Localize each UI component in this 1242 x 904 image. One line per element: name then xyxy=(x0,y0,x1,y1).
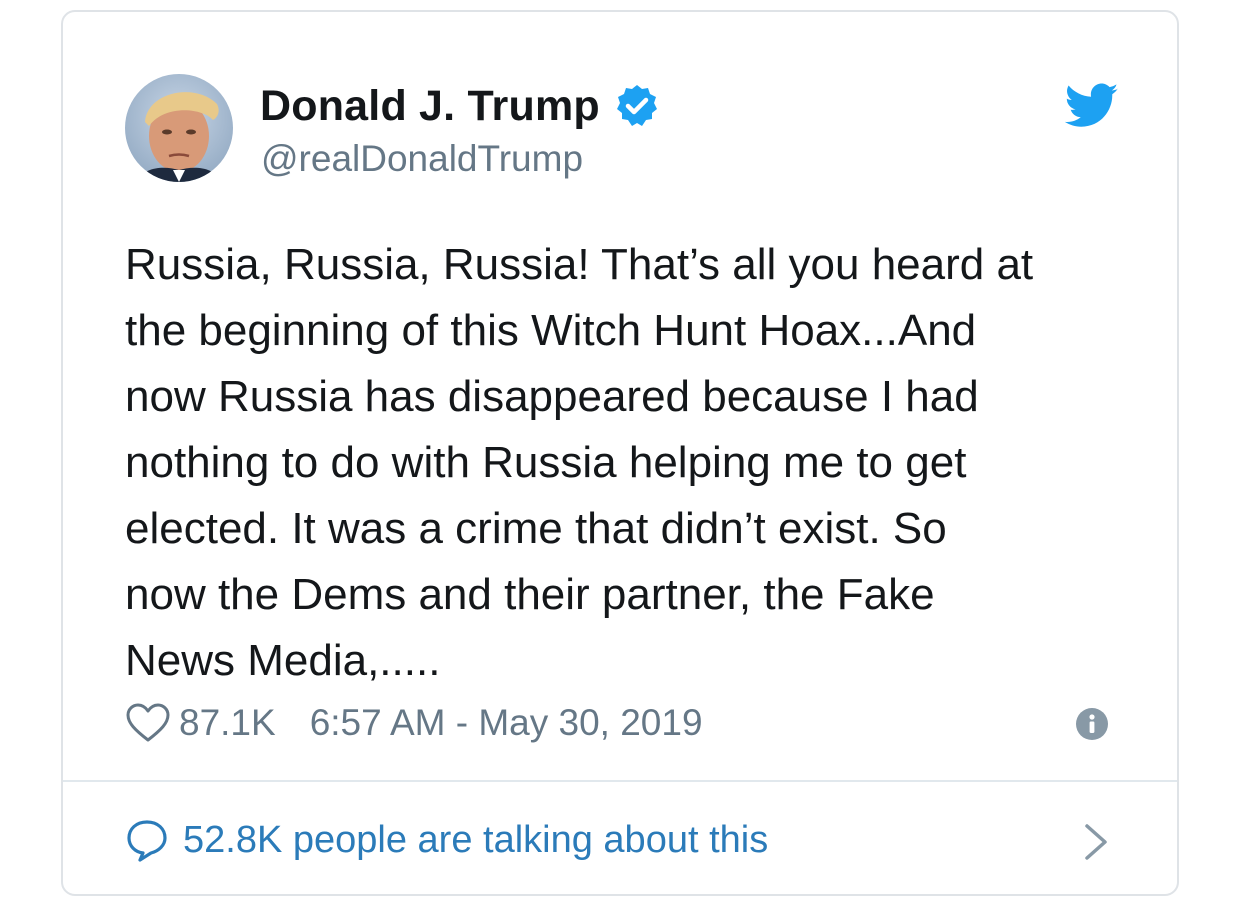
avatar[interactable] xyxy=(125,74,233,182)
people-talking-link[interactable]: 52.8K people are talking about this xyxy=(125,810,1115,870)
speech-bubble-icon xyxy=(125,818,169,862)
heart-icon[interactable] xyxy=(125,702,171,744)
like-count[interactable]: 87.1K xyxy=(179,702,276,744)
verified-badge-icon xyxy=(614,83,660,129)
tweet-meta: 87.1K 6:57 AM - May 30, 2019 xyxy=(125,698,703,748)
talking-count: 52.8K xyxy=(183,818,283,861)
tweet-text: Russia, Russia, Russia! That’s all you h… xyxy=(125,240,1034,685)
talking-label: people are talking about this xyxy=(282,818,769,861)
display-name-row[interactable]: Donald J. Trump xyxy=(260,78,660,134)
info-icon[interactable] xyxy=(1075,707,1109,741)
tweet-card: Donald J. Trump @realDonaldTrump Russia,… xyxy=(61,10,1179,896)
chevron-right-icon[interactable] xyxy=(1081,820,1111,864)
display-name[interactable]: Donald J. Trump xyxy=(260,82,600,131)
user-handle[interactable]: @realDonaldTrump xyxy=(261,138,583,180)
twitter-bird-icon[interactable] xyxy=(1064,82,1119,130)
tweet-timestamp[interactable]: 6:57 AM - May 30, 2019 xyxy=(310,702,703,744)
divider xyxy=(63,780,1177,782)
